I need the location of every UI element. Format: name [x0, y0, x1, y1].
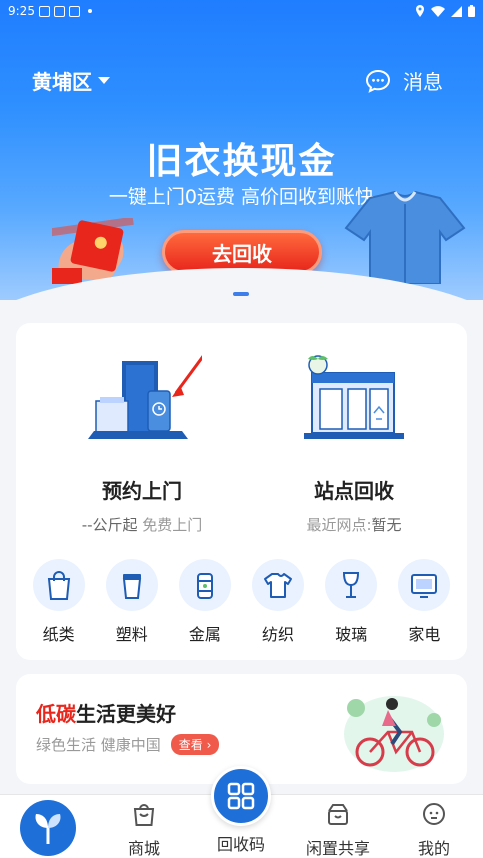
carousel-indicator [233, 292, 249, 296]
location-icon [416, 5, 424, 17]
nav-label: 回收码 [216, 835, 265, 854]
home-logo-button[interactable] [20, 800, 76, 856]
category-label: 塑料 [115, 625, 148, 644]
appliance-icon [398, 559, 451, 611]
services-card: 预约上门 --公斤起 免费上门 站点回收 最近网点:暂无 纸类 塑料 金属 纺织… [16, 323, 467, 660]
banner-subtitle: 绿色生活 健康中国 查看 › [36, 734, 220, 755]
red-envelope-illustration [52, 218, 134, 284]
booking-title: 预约上门 [102, 479, 182, 503]
category-plastic[interactable]: 塑料 [102, 559, 162, 645]
tshirt-icon [252, 559, 305, 611]
notification-icon [68, 5, 80, 17]
category-paper[interactable]: 纸类 [29, 559, 89, 645]
profile-face-icon [423, 803, 445, 825]
chat-bubble-icon [365, 69, 391, 93]
category-label: 纺织 [262, 625, 295, 644]
category-label: 玻璃 [335, 625, 368, 644]
recycle-code-button[interactable] [211, 766, 271, 826]
notification-icon [38, 5, 50, 17]
location-label: 黄埔区 [32, 70, 92, 94]
category-list: 纸类 塑料 金属 纺织 玻璃 家电 [16, 559, 467, 645]
category-label: 家电 [408, 625, 441, 644]
qr-code-icon [227, 782, 255, 810]
signal-icon [451, 5, 462, 17]
nav-label: 闲置共享 [305, 839, 370, 858]
category-label: 纸类 [42, 625, 75, 644]
metal-can-icon [178, 559, 231, 611]
shopping-bag-icon [133, 804, 155, 826]
category-metal[interactable]: 金属 [175, 559, 235, 645]
dot-icon [87, 9, 92, 13]
plastic-cup-icon [105, 559, 158, 611]
nav-recycle-code[interactable]: 回收码 [193, 827, 289, 855]
station-title: 站点回收 [314, 479, 394, 503]
cyclist-illustration [344, 696, 444, 772]
messages-button[interactable]: 消息 [365, 66, 443, 95]
wifi-icon [431, 5, 445, 17]
gift-box-icon [328, 804, 348, 825]
booking-subtitle: --公斤起 免费上门 [81, 516, 203, 534]
hero-banner: 9:25 黄埔区 消息 旧衣换现金 一键上门0运费 高价回收到账快 去回收 [0, 0, 483, 300]
booking-service[interactable]: 预约上门 --公斤起 免费上门 [42, 353, 242, 535]
nav-idle-share[interactable]: 闲置共享 [290, 801, 386, 858]
location-selector[interactable]: 黄埔区 [32, 66, 110, 95]
nav-label: 商城 [127, 839, 160, 858]
notification-icon [53, 5, 65, 17]
view-button[interactable]: 查看 › [170, 734, 220, 755]
hero-title: 旧衣换现金 [146, 141, 337, 182]
nav-mine[interactable]: 我的 [386, 801, 482, 858]
battery-icon [468, 5, 475, 17]
status-bar: 9:25 [0, 0, 483, 22]
category-label: 金属 [188, 625, 221, 644]
category-textile[interactable]: 纺织 [248, 559, 308, 645]
status-time: 9:25 [8, 4, 35, 18]
category-glass[interactable]: 玻璃 [321, 559, 381, 645]
sprout-logo-icon [35, 814, 61, 844]
home-pickup-illustration [88, 354, 206, 439]
banner-title: 低碳生活更美好 [36, 702, 176, 726]
nav-label: 我的 [417, 839, 450, 858]
nav-mall[interactable]: 商城 [96, 801, 192, 858]
category-appliance[interactable]: 家电 [394, 559, 454, 645]
station-subtitle: 最近网点:暂无 [306, 516, 402, 534]
wine-glass-icon [325, 559, 378, 611]
recycle-station-illustration [304, 355, 404, 439]
chevron-down-icon [98, 77, 110, 84]
paper-bag-icon [32, 559, 85, 611]
messages-label: 消息 [403, 70, 443, 94]
shirt-illustration [344, 190, 466, 284]
station-service[interactable]: 站点回收 最近网点:暂无 [254, 353, 454, 535]
